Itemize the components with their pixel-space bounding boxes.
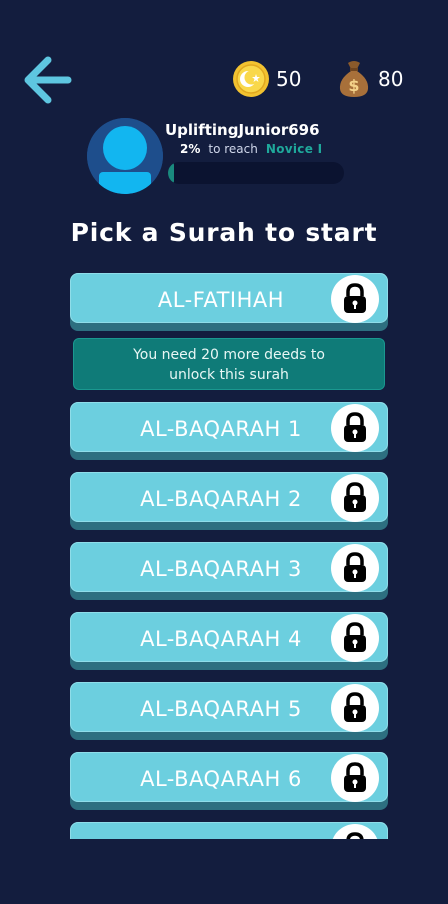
surah-button-face: AL-BAQARAH 6 — [70, 752, 388, 802]
surah-button-al-baqarah-5[interactable]: AL-BAQARAH 5 — [70, 682, 388, 740]
back-button[interactable] — [20, 54, 74, 106]
surah-button-face: AL-BAQARAH 1 — [70, 402, 388, 452]
surah-button-al-fatihah[interactable]: AL-FATIHAH — [70, 273, 388, 331]
lock-icon — [331, 684, 379, 732]
surah-label: AL-BAQARAH 4 — [140, 627, 302, 651]
svg-text:$: $ — [348, 76, 359, 95]
surah-label: AL-FATIHAH — [157, 288, 285, 312]
lock-icon — [331, 275, 379, 323]
surah-label: AL-BAQARAH 2 — [140, 487, 302, 511]
avatar[interactable] — [87, 118, 163, 194]
surah-label: AL-BAQARAH 6 — [140, 767, 302, 791]
money-bag-icon: $ — [339, 61, 369, 97]
lock-icon — [331, 754, 379, 802]
coin-count: 50 — [276, 67, 302, 91]
money-count: 80 — [378, 67, 404, 91]
surah-button-partial[interactable] — [70, 822, 388, 839]
surah-button-face: AL-BAQARAH 2 — [70, 472, 388, 522]
username: UpliftingJunior696 — [165, 121, 320, 139]
page-title: Pick a Surah to start — [70, 218, 378, 247]
progress-percent: 2% — [180, 142, 201, 156]
rank-progress-text: 2% to reach Novice I — [180, 142, 322, 156]
surah-button-al-baqarah-1[interactable]: AL-BAQARAH 1 — [70, 402, 388, 460]
surah-button-al-baqarah-3[interactable]: AL-BAQARAH 3 — [70, 542, 388, 600]
surah-button-face — [70, 822, 388, 839]
notice-line-2: unlock this surah — [169, 367, 289, 383]
user-avatar-icon — [87, 118, 163, 194]
surah-button-face: AL-BAQARAH 5 — [70, 682, 388, 732]
coin-counter: 50 — [232, 60, 301, 98]
surah-button-al-baqarah-4[interactable]: AL-BAQARAH 4 — [70, 612, 388, 670]
surah-label: AL-BAQARAH 1 — [140, 417, 302, 441]
surah-label: AL-BAQARAH 3 — [140, 557, 302, 581]
unlock-notice: You need 20 more deeds to unlock this su… — [73, 338, 385, 390]
lock-icon — [331, 824, 379, 839]
crescent-coin-icon — [233, 61, 269, 97]
rank-progress-bar — [168, 162, 344, 184]
surah-label: AL-BAQARAH 5 — [140, 697, 302, 721]
surah-list[interactable]: AL-FATIHAH You need 20 more deeds to unl… — [70, 273, 388, 839]
surah-button-al-baqarah-2[interactable]: AL-BAQARAH 2 — [70, 472, 388, 530]
lock-icon — [331, 614, 379, 662]
surah-button-face: AL-FATIHAH — [70, 273, 388, 323]
reach-label: to reach — [208, 142, 258, 156]
arrow-left-icon — [24, 56, 72, 104]
surah-button-face: AL-BAQARAH 4 — [70, 612, 388, 662]
surah-button-al-baqarah-6[interactable]: AL-BAQARAH 6 — [70, 752, 388, 810]
rank-progress-fill — [168, 162, 174, 184]
next-rank: Novice I — [265, 142, 323, 156]
lock-icon — [331, 404, 379, 452]
notice-line-1: You need 20 more deeds to — [133, 347, 325, 363]
surah-button-face: AL-BAQARAH 3 — [70, 542, 388, 592]
lock-icon — [331, 474, 379, 522]
lock-icon — [331, 544, 379, 592]
money-counter: $ 80 — [336, 60, 403, 98]
